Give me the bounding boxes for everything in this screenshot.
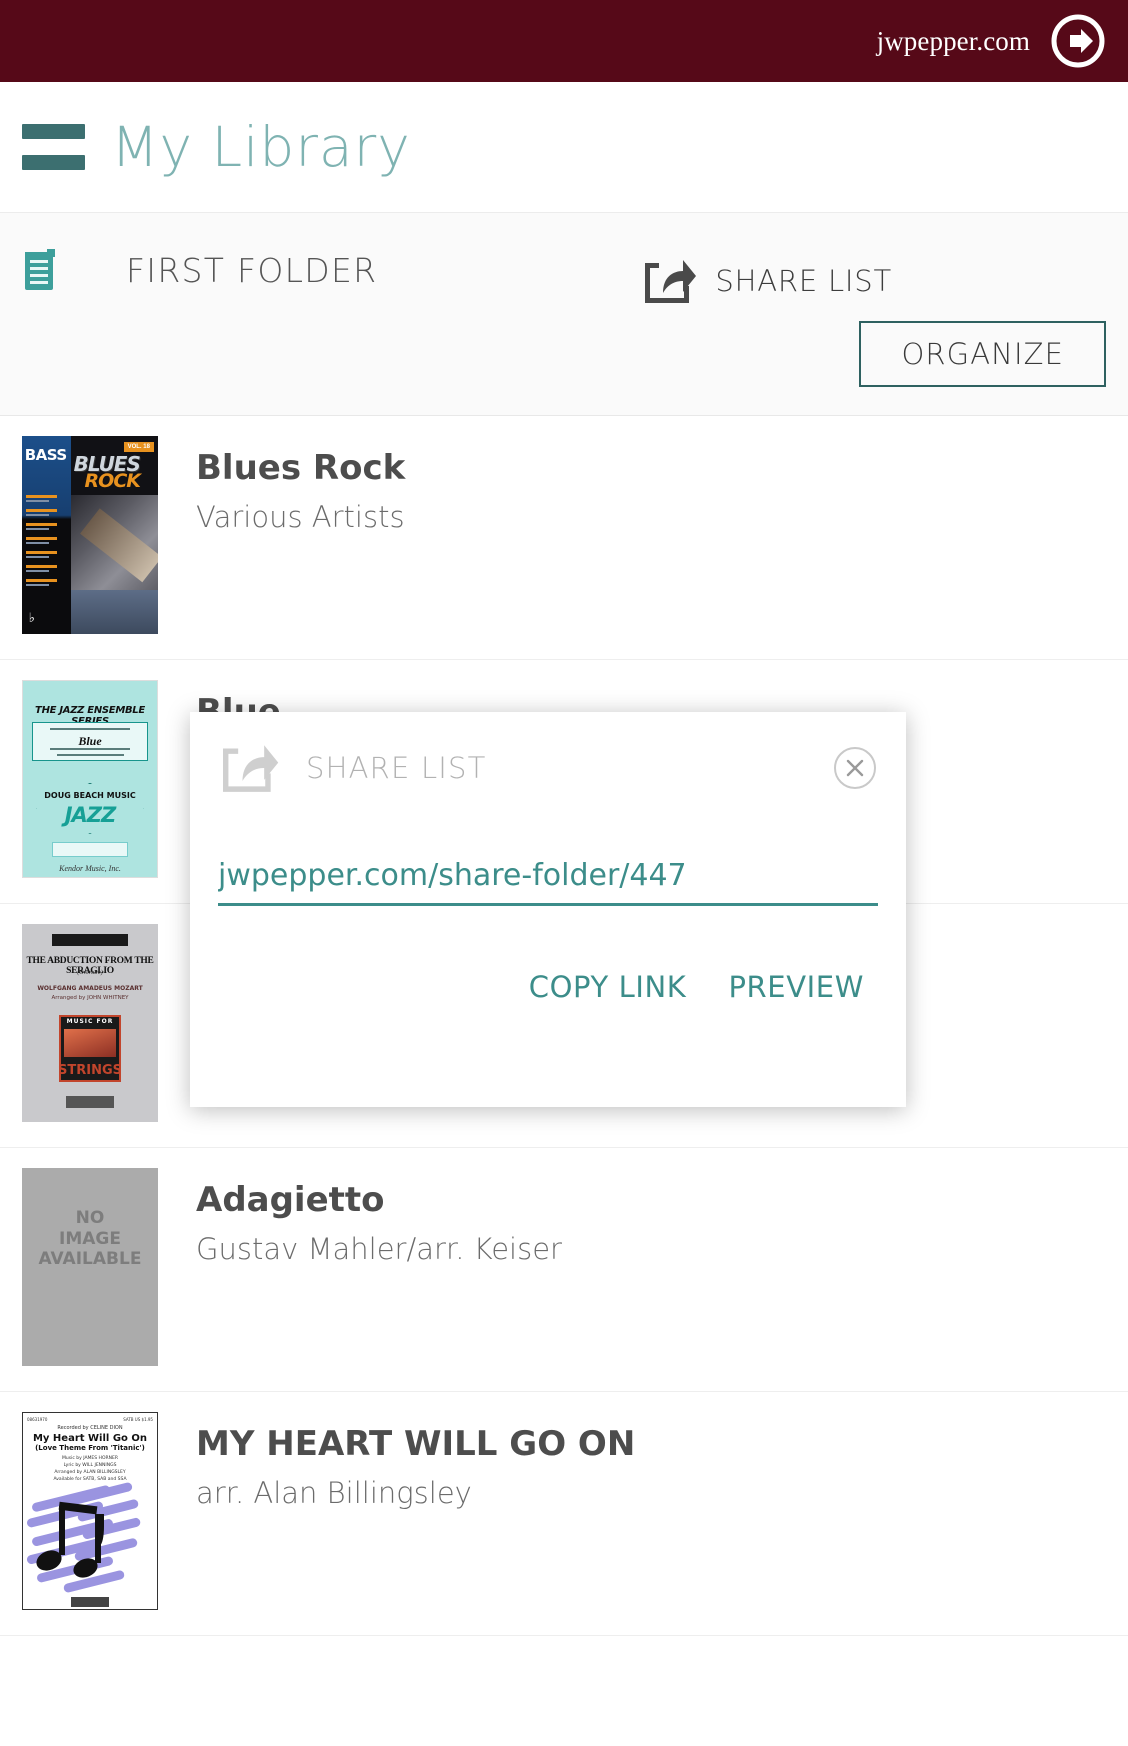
copy-link-button[interactable]: COPY LINK [529, 970, 687, 1004]
app-page: jwpepper.com My Library FIRST FOLDER SHA… [0, 0, 1128, 1746]
dialog-actions: COPY LINK PREVIEW [190, 970, 906, 1004]
dialog-header: SHARE LIST [190, 712, 906, 794]
share-link-input[interactable] [218, 858, 878, 906]
modal-overlay: SHARE LIST COPY LINK PREVIEW [0, 0, 1128, 1746]
share-arrow-icon [223, 745, 279, 792]
dialog-title: SHARE LIST [306, 751, 487, 785]
close-circle-icon[interactable] [832, 745, 878, 791]
preview-button[interactable]: PREVIEW [728, 970, 864, 1004]
share-list-dialog: SHARE LIST COPY LINK PREVIEW [190, 712, 906, 1107]
share-link-field-wrap [190, 858, 906, 906]
